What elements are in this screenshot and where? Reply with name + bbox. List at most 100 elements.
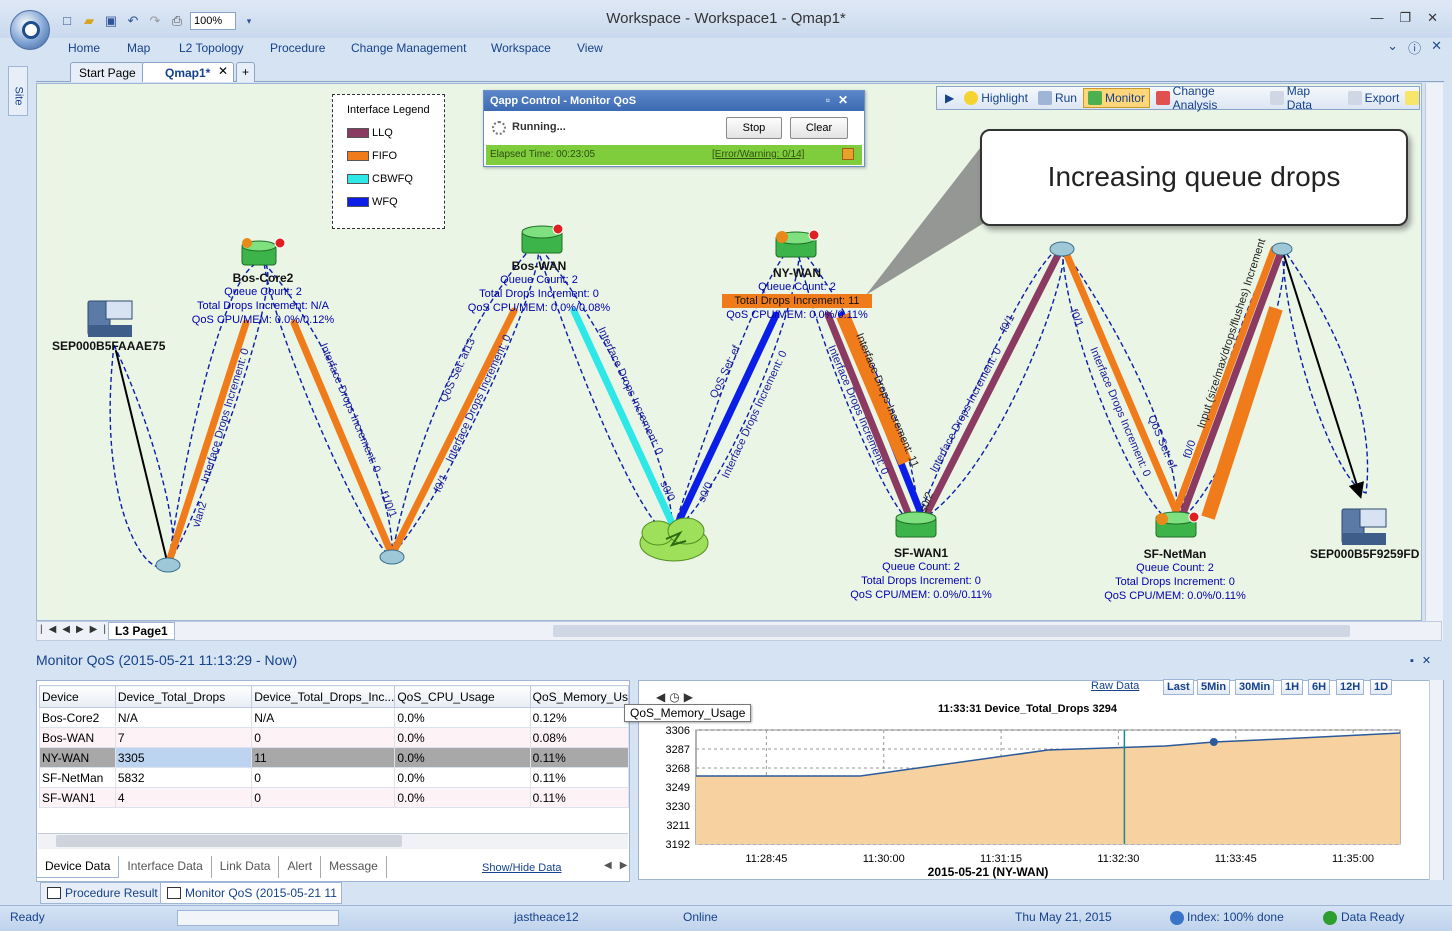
collapse-ribbon-icon[interactable]: ⌄ (1387, 38, 1398, 57)
play-icon[interactable]: ▶ (941, 89, 958, 107)
table-row[interactable]: Bos-Core2 N/A N/A 0.0% 0.12% (39, 707, 630, 728)
link-ny-wan-s0-0[interactable] (674, 311, 780, 527)
qapp-window-controls[interactable]: ▫✕ (826, 93, 856, 107)
tab-monitor-qos[interactable]: Monitor QoS (2015-05-21 11 (160, 882, 342, 904)
highlight-button[interactable]: Highlight (960, 89, 1032, 107)
table-row[interactable]: SF-NetMan 5832 0 0.0% 0.11% (39, 767, 630, 788)
hub-4[interactable] (1271, 242, 1293, 256)
tab-workspace[interactable]: Workspace (491, 41, 551, 55)
tab-procedure[interactable]: Procedure (270, 41, 325, 55)
alert-icon[interactable] (842, 148, 854, 160)
tab-interface-data[interactable]: Interface Data (119, 856, 212, 878)
range-last-button[interactable]: Last (1163, 679, 1194, 695)
help-icon[interactable]: ⓘ (1408, 38, 1421, 57)
tab-device-data[interactable]: Device Data (36, 856, 120, 878)
device-name: Bos-WAN (511, 259, 567, 273)
tab-l2-topology[interactable]: L2 Topology (179, 41, 244, 55)
cell: Bos-WAN (39, 727, 116, 748)
tab-scroll-arrows-icon[interactable]: ◀▶ (604, 860, 635, 871)
phone-1-name[interactable]: SEP000B5FAAAE75 (52, 339, 165, 353)
minimize-icon[interactable]: — (1370, 10, 1383, 26)
maximize-icon[interactable]: ❐ (1399, 10, 1411, 26)
app-menu-button[interactable] (10, 10, 50, 50)
stop-button[interactable]: Stop (726, 117, 782, 139)
change-analysis-button[interactable]: Change Analysis (1152, 82, 1264, 114)
router-bos-wan-icon[interactable] (521, 223, 564, 254)
monitor-qos-icon (167, 887, 181, 899)
add-tab-button[interactable]: + (236, 62, 256, 82)
tab-start-page[interactable]: Start Page (70, 62, 145, 82)
pin-close-icons[interactable]: ▪✕ (1410, 654, 1439, 667)
run-button[interactable]: Run (1034, 89, 1081, 107)
router-sf-wan1-icon[interactable] (895, 511, 937, 538)
table-row-selected[interactable]: NY-WAN 3305 11 0.0% 0.11% (39, 747, 630, 768)
tab-alert[interactable]: Alert (279, 856, 322, 878)
info-icon (1170, 911, 1184, 925)
range-1h-button[interactable]: 1H (1281, 679, 1304, 695)
table-row[interactable]: SF-WAN1 4 0 0.0% 0.11% (39, 787, 630, 808)
page-tab-l3-page1[interactable]: L3 Page1 (108, 622, 175, 640)
error-warning-link[interactable]: [Error/Warning: 0/14] (712, 149, 804, 160)
col-qos-cpu[interactable]: QoS_CPU_Usage (394, 685, 531, 708)
router-bos-core2-icon[interactable] (241, 237, 286, 266)
hub-3[interactable] (1049, 241, 1075, 257)
link-sf-netman-llq[interactable] (1180, 245, 1286, 515)
device-bos-wan[interactable]: Bos-WAN Queue Count: 2 Total Drops Incre… (464, 259, 614, 315)
clear-button[interactable]: Clear (790, 117, 848, 139)
col-device-total-drops-inc[interactable]: Device_Total_Drops_Inc... (251, 685, 396, 708)
export-button[interactable]: Export (1344, 89, 1404, 107)
device-sf-wan1[interactable]: SF-WAN1 Queue Count: 2 Total Drops Incre… (846, 546, 996, 602)
link-bos-core2-vlan2[interactable] (164, 319, 250, 569)
link-phone1[interactable] (115, 350, 169, 566)
wan-cloud-icon[interactable] (639, 517, 709, 562)
hub-2[interactable] (379, 549, 405, 565)
tab-procedure-result[interactable]: Procedure Result (40, 882, 163, 904)
grid-scroll-thumb[interactable] (56, 835, 402, 847)
map-vertical-scrollbar[interactable] (1425, 83, 1443, 641)
bottom-panel-tabs: Procedure Result Monitor QoS (2015-05-21… (36, 882, 1444, 904)
range-30min-button[interactable]: 30Min (1235, 679, 1275, 695)
tab-message[interactable]: Message (321, 856, 387, 878)
close-icon[interactable]: ✕ (1427, 10, 1438, 26)
range-12h-button[interactable]: 12H (1336, 679, 1365, 695)
range-5min-button[interactable]: 5Min (1197, 679, 1231, 695)
link-sf-netman-f0-1[interactable] (1062, 249, 1180, 515)
tab-map[interactable]: Map (127, 41, 150, 55)
ribbon-right-controls: ⌄ ⓘ ✕ (1387, 38, 1442, 57)
tab-link-data[interactable]: Link Data (212, 856, 280, 878)
range-1d-button[interactable]: 1D (1370, 679, 1393, 695)
tab-change-management[interactable]: Change Management (351, 41, 466, 55)
link-bos-wan-s0-0[interactable] (570, 307, 676, 527)
device-sf-netman[interactable]: SF-NetMan Queue Count: 2 Total Drops Inc… (1100, 547, 1250, 603)
ip-phone-1-icon[interactable] (87, 300, 133, 337)
show-hide-data-link[interactable]: Show/Hide Data (482, 862, 562, 874)
router-ny-wan-icon[interactable] (775, 229, 820, 258)
range-6h-button[interactable]: 6H (1308, 679, 1331, 695)
link-phone2[interactable] (1281, 248, 1364, 499)
map-scroll-thumb[interactable] (553, 625, 1350, 637)
link-sf-wan1-f0-1[interactable] (924, 243, 1066, 515)
tab-view[interactable]: View (577, 41, 603, 55)
ip-phone-2-icon[interactable] (1341, 508, 1387, 545)
page-nav-arrows-icon[interactable]: |◀◀▶▶| (40, 624, 112, 635)
router-sf-netman-icon[interactable] (1155, 511, 1200, 538)
device-ny-wan[interactable]: NY-WAN Queue Count: 2 Total Drops Increm… (722, 266, 872, 322)
map-data-button[interactable]: Map Data (1266, 82, 1342, 114)
cell: 5832 (114, 767, 253, 788)
chart-vertical-scrollbar[interactable] (1429, 680, 1443, 880)
col-qos-memory[interactable]: QoS_Memory_Us (529, 685, 630, 708)
col-device[interactable]: Device (39, 685, 116, 708)
close-doc-icon[interactable]: ✕ (1431, 38, 1442, 57)
tab-home[interactable]: Home (68, 41, 100, 55)
note-icon[interactable] (1405, 91, 1419, 105)
table-row[interactable]: Bos-WAN 7 0 0.0% 0.08% (39, 727, 630, 748)
close-tab-icon[interactable]: ✕ (218, 64, 228, 78)
time-nav-icon[interactable]: ◀◷▶ (656, 690, 697, 704)
raw-data-link[interactable]: Raw Data (1091, 680, 1139, 692)
phone-2-name[interactable]: SEP000B5F9259FD (1310, 547, 1419, 561)
col-device-total-drops[interactable]: Device_Total_Drops (114, 685, 253, 708)
device-bos-core2[interactable]: Bos-Core2 Queue Count: 2 Total Drops Inc… (188, 271, 338, 327)
monitor-button[interactable]: Monitor (1082, 88, 1150, 108)
hub-1[interactable] (155, 557, 181, 573)
link-bos-core2-f1-0-1[interactable] (290, 319, 396, 559)
